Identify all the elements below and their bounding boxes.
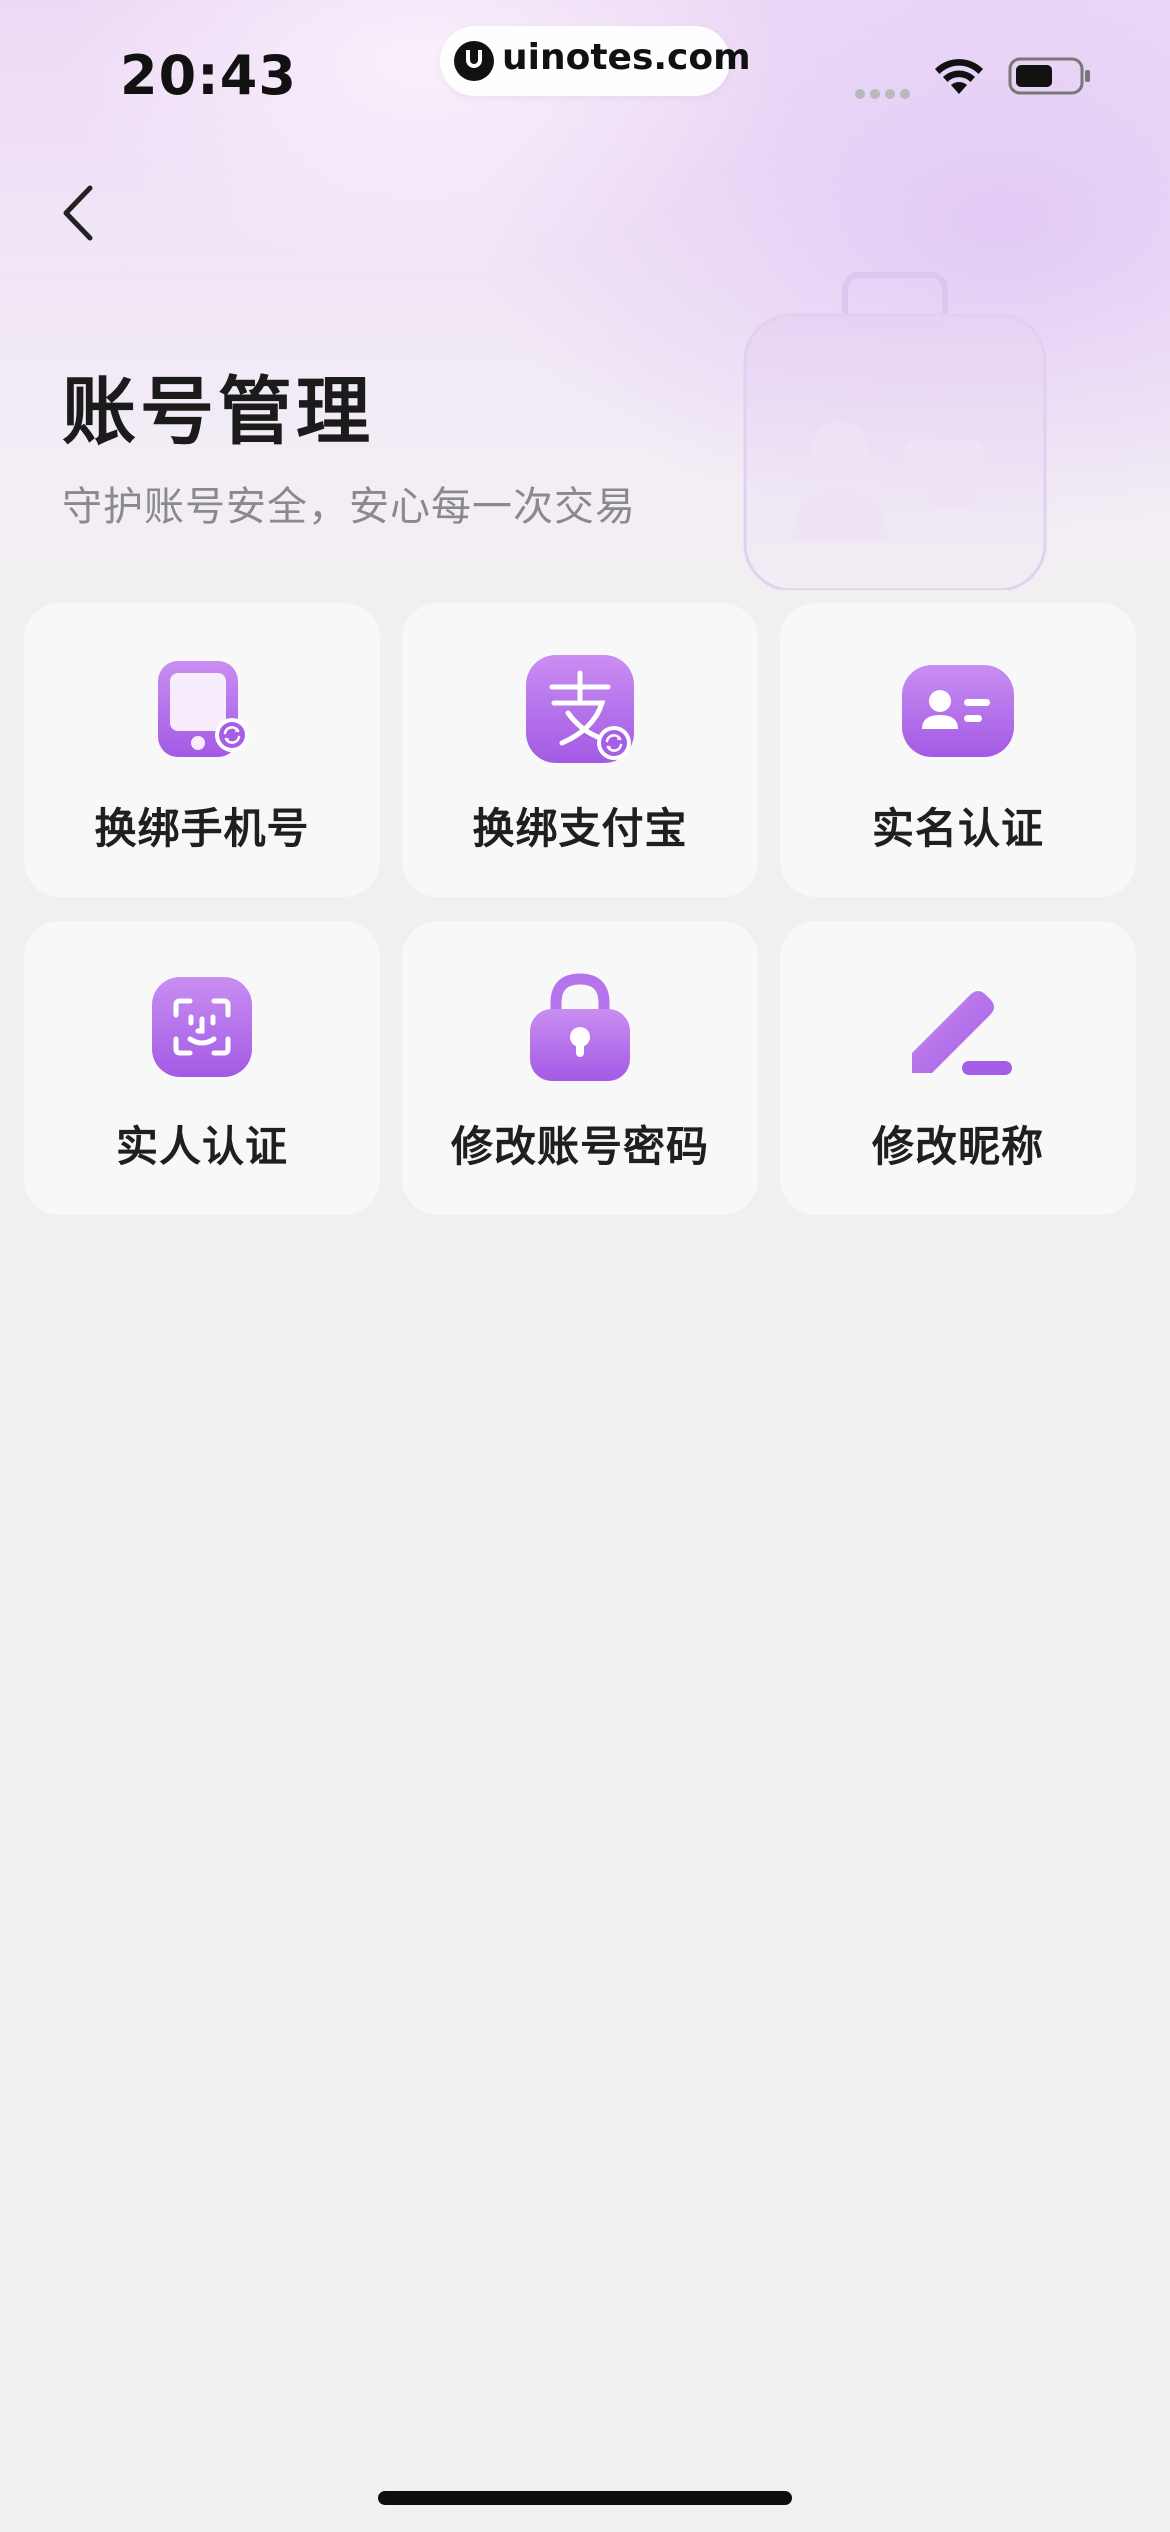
- home-indicator[interactable]: [378, 2491, 792, 2505]
- wifi-icon: [935, 59, 983, 94]
- real-name-verification-label: 实名认证: [871, 804, 1044, 853]
- change-phone-label: 换绑手机号: [94, 804, 310, 853]
- status-time: 20:43: [120, 44, 297, 107]
- id-card-icon: [900, 651, 1016, 767]
- change-password-label: 修改账号密码: [450, 1122, 709, 1171]
- change-password-button[interactable]: 修改账号密码: [402, 921, 758, 1215]
- back-button[interactable]: [50, 178, 110, 248]
- change-nickname-label: 修改昵称: [871, 1122, 1044, 1171]
- lock-icon: [522, 969, 638, 1085]
- cellular-signal-icon: [855, 84, 915, 103]
- face-verification-label: 实人认证: [115, 1122, 288, 1171]
- page-title: 账号管理: [62, 369, 374, 455]
- phone-swap-icon: [144, 651, 260, 767]
- real-name-verification-button[interactable]: 实名认证: [780, 603, 1136, 897]
- page-subtitle: 守护账号安全，安心每一次交易: [62, 484, 636, 530]
- change-alipay-button[interactable]: 换绑支付宝: [402, 603, 758, 897]
- change-alipay-label: 换绑支付宝: [472, 804, 688, 853]
- change-phone-button[interactable]: 换绑手机号: [24, 603, 380, 897]
- site-pill: uinotes.com: [440, 26, 751, 96]
- face-scan-icon: [144, 969, 260, 1085]
- pencil-icon: [900, 969, 1016, 1085]
- id-card-bag-illustration: [743, 272, 1047, 590]
- battery-icon: [1008, 57, 1090, 95]
- change-nickname-button[interactable]: 修改昵称: [780, 921, 1136, 1215]
- chevron-left-icon: [63, 185, 93, 241]
- status-bar: 20:43 uinotes.com: [0, 0, 1170, 150]
- alipay-swap-icon: [522, 651, 638, 767]
- site-name: uinotes.com: [502, 37, 751, 78]
- face-verification-button[interactable]: 实人认证: [24, 921, 380, 1215]
- uinotes-logo-icon: [454, 41, 494, 81]
- account-options-grid: 换绑手机号 换绑支付宝 实名认证 实人认证 修改账号密码 修改昵称: [24, 603, 1146, 1215]
